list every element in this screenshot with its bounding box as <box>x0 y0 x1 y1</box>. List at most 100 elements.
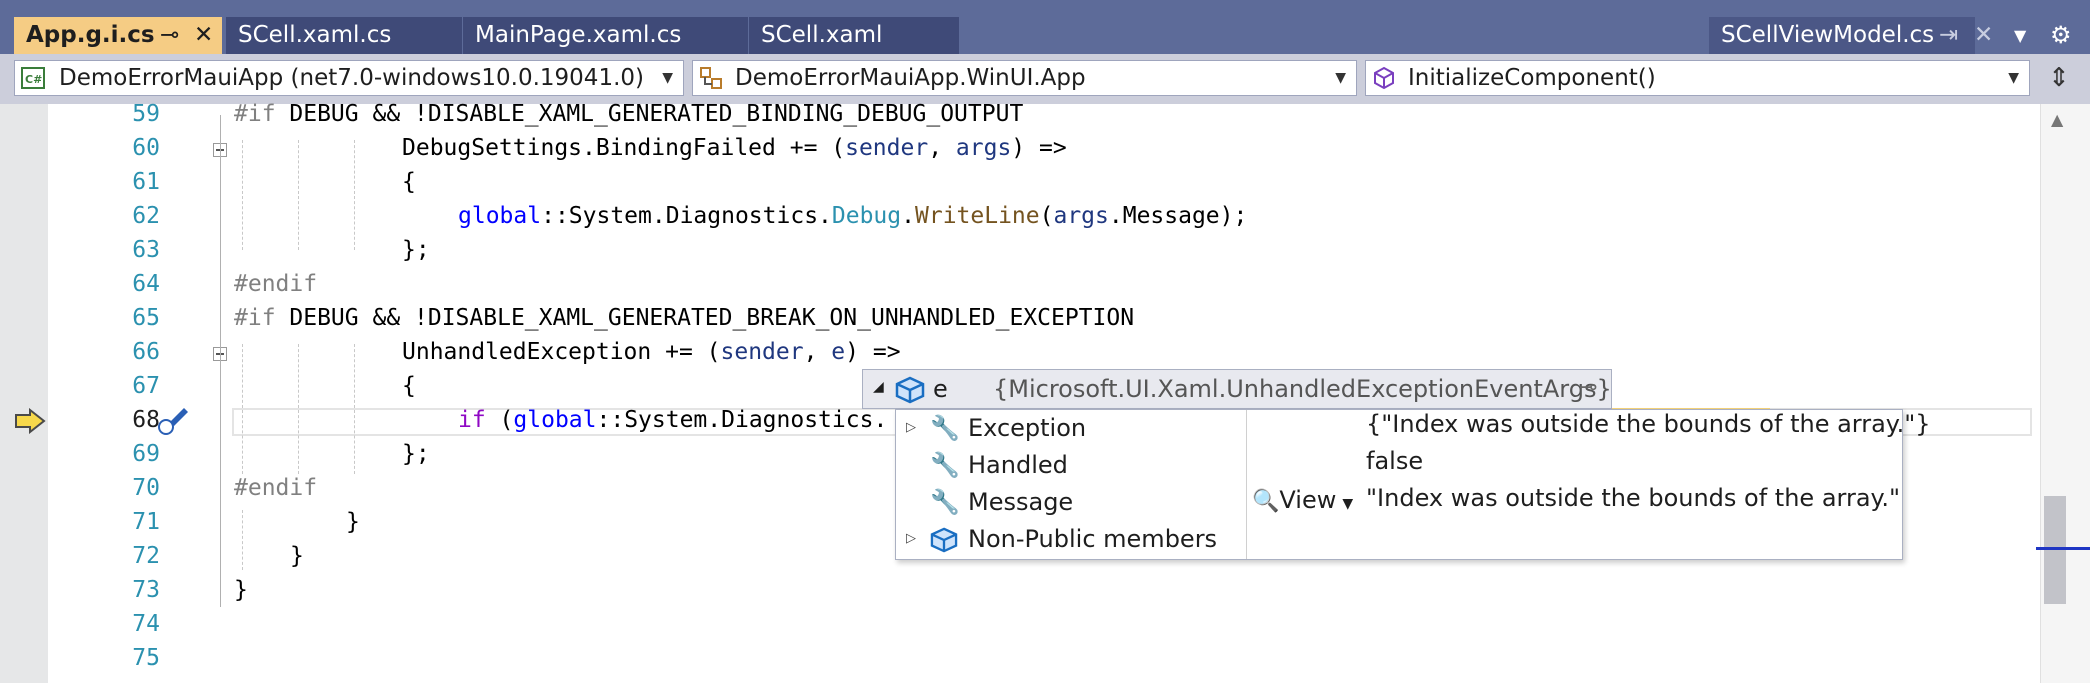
code-line-63: }; <box>402 237 430 263</box>
line-number: 65 <box>132 305 160 331</box>
line-number: 63 <box>132 237 160 263</box>
indent-guide <box>242 510 243 570</box>
close-icon[interactable]: ✕ <box>194 17 213 54</box>
line-number: 72 <box>132 543 160 569</box>
code-line-59: #if DEBUG && !DISABLE_XAML_GENERATED_BIN… <box>234 101 1024 127</box>
pin-icon[interactable]: ⊸ <box>160 17 179 54</box>
indent-guide <box>354 344 355 474</box>
line-number: 66 <box>132 339 160 365</box>
datatip-row-name: Exception <box>968 414 1087 442</box>
line-number: 59 <box>132 101 160 127</box>
chevron-down-icon: ▼ <box>2008 70 2019 86</box>
datatip-header[interactable]: ◢ e {Microsoft.UI.Xaml.UnhandledExceptio… <box>862 369 1612 409</box>
datatip-row-non-public-members[interactable]: ▷ Non-Public members <box>896 521 1902 559</box>
line-number: 61 <box>132 169 160 195</box>
magnifier-icon: 🔍 <box>1252 489 1280 514</box>
member-dropdown[interactable]: InitializeComponent() ▼ <box>1365 60 2030 96</box>
csharp-project-icon: C# <box>21 67 45 89</box>
pin-datatip-icon[interactable]: ⊸ <box>1579 375 1597 400</box>
property-wrench-icon: 🔧 <box>930 414 960 442</box>
tab-scell-xaml-cs[interactable]: SCell.xaml.cs <box>226 17 462 54</box>
code-line-73: } <box>234 577 248 603</box>
code-line-70: #endif <box>234 475 318 501</box>
tab-label: SCell.xaml.cs <box>238 22 392 48</box>
datatip-row-name: Handled <box>968 451 1068 479</box>
edit-and-continue-icon <box>158 408 188 435</box>
svg-text:C#: C# <box>25 73 42 86</box>
tab-mainpage-xaml-cs[interactable]: MainPage.xaml.cs <box>463 17 748 54</box>
code-line-61: { <box>402 169 416 195</box>
method-icon <box>1374 66 1394 90</box>
datatip-row-exception[interactable]: ▷ 🔧 Exception {"Index was outside the bo… <box>896 410 1931 447</box>
datatip-variable-value: {Microsoft.UI.Xaml.UnhandledExceptionEve… <box>993 375 1612 403</box>
object-icon <box>930 527 958 553</box>
project-dropdown[interactable]: C# DemoErrorMauiApp (net7.0-windows10.0.… <box>14 60 684 96</box>
close-icon[interactable]: ✕ <box>1974 17 1993 54</box>
property-wrench-icon: 🔧 <box>930 488 960 516</box>
line-number-current: 68 <box>132 407 160 433</box>
line-number: 73 <box>132 577 160 603</box>
line-number: 74 <box>132 611 160 637</box>
code-line-67: { <box>402 373 416 399</box>
indent-guide <box>354 140 355 250</box>
code-line-60: DebugSettings.BindingFailed += (sender, … <box>402 135 1067 161</box>
line-number: 75 <box>132 645 160 671</box>
class-hierarchy-icon <box>700 67 722 89</box>
split-window-icon[interactable]: ⇕ <box>2038 60 2080 96</box>
expand-triangle-icon[interactable]: ▷ <box>906 420 916 435</box>
scrollbar-thumb[interactable] <box>2044 496 2066 604</box>
tab-label: MainPage.xaml.cs <box>475 22 682 48</box>
view-visualizer-button[interactable]: 🔍View ▼ <box>1252 486 1353 520</box>
line-number: 71 <box>132 509 160 535</box>
tab-label: SCellViewModel.cs <box>1721 22 1935 48</box>
indent-guide <box>242 344 243 474</box>
expand-triangle-icon[interactable]: ▷ <box>906 531 916 546</box>
object-icon <box>895 376 925 404</box>
chevron-down-icon: ▼ <box>662 70 673 86</box>
datatip-row-name: Non-Public members <box>968 525 1218 553</box>
tab-label: SCell.xaml <box>761 22 883 48</box>
datatip-row-handled[interactable]: 🔧 Handled false <box>896 447 1902 484</box>
navigation-bar: C# DemoErrorMauiApp (net7.0-windows10.0.… <box>0 54 2090 105</box>
tab-list-dropdown-icon[interactable]: ▼ <box>2014 17 2026 54</box>
keep-open-icon[interactable]: ⇥ <box>1939 17 1958 54</box>
document-tab-strip: App.g.i.cs ⊸ ✕ SCell.xaml.cs MainPage.xa… <box>0 0 2090 54</box>
indent-guide <box>298 344 299 474</box>
code-line-64: #endif <box>234 271 318 297</box>
indent-guide <box>298 140 299 250</box>
datatip-row-value: {"Index was outside the bounds of the ar… <box>1366 410 1931 438</box>
gear-icon[interactable]: ⚙ <box>2050 17 2072 54</box>
tab-label: App.g.i.cs <box>26 22 155 48</box>
indent-guide <box>242 140 243 250</box>
datatip-variable-name: e <box>933 375 948 403</box>
line-number: 67 <box>132 373 160 399</box>
scroll-up-arrow-icon[interactable]: ▲ <box>2051 110 2063 129</box>
tab-app-g-i-cs[interactable]: App.g.i.cs ⊸ ✕ <box>14 17 222 54</box>
datatip-row-message[interactable]: 🔧 Message 🔍View ▼ "Index was outside the … <box>896 484 1902 521</box>
outline-line <box>220 115 221 607</box>
code-line-66: UnhandledException += (sender, e) => <box>402 339 901 365</box>
code-line-71: } <box>346 509 360 535</box>
chevron-down-icon: ▼ <box>1335 70 1346 86</box>
chevron-down-icon: ▼ <box>1342 496 1354 512</box>
indicator-margin[interactable] <box>0 104 48 683</box>
code-line-69: }; <box>402 441 430 467</box>
tab-scellviewmodel-cs[interactable]: SCellViewModel.cs ⇥ <box>1709 17 1975 54</box>
tab-scell-xaml[interactable]: SCell.xaml <box>749 17 959 54</box>
code-line-72: } <box>290 543 304 569</box>
collapse-triangle-icon[interactable]: ◢ <box>873 379 884 395</box>
datatip-row-value: false <box>1366 447 1424 475</box>
scroll-caret-marker <box>2036 547 2090 550</box>
property-wrench-icon: 🔧 <box>930 451 960 479</box>
current-statement-arrow-icon <box>15 408 46 434</box>
code-line-62: global::System.Diagnostics.Debug.WriteLi… <box>458 203 1248 229</box>
line-number: 64 <box>132 271 160 297</box>
datatip-row-name: Message <box>968 488 1074 516</box>
datatip-expanded-panel: ▷ 🔧 Exception {"Index was outside the bo… <box>895 409 1931 560</box>
line-number: 70 <box>132 475 160 501</box>
code-line-68: if (global::System.Diagnostics. <box>458 407 888 433</box>
datatip-row-value: "Index was outside the bounds of the arr… <box>1366 484 1900 512</box>
line-number: 62 <box>132 203 160 229</box>
class-dropdown[interactable]: DemoErrorMauiApp.WinUI.App ▼ <box>692 60 1357 96</box>
line-number: 60 <box>132 135 160 161</box>
